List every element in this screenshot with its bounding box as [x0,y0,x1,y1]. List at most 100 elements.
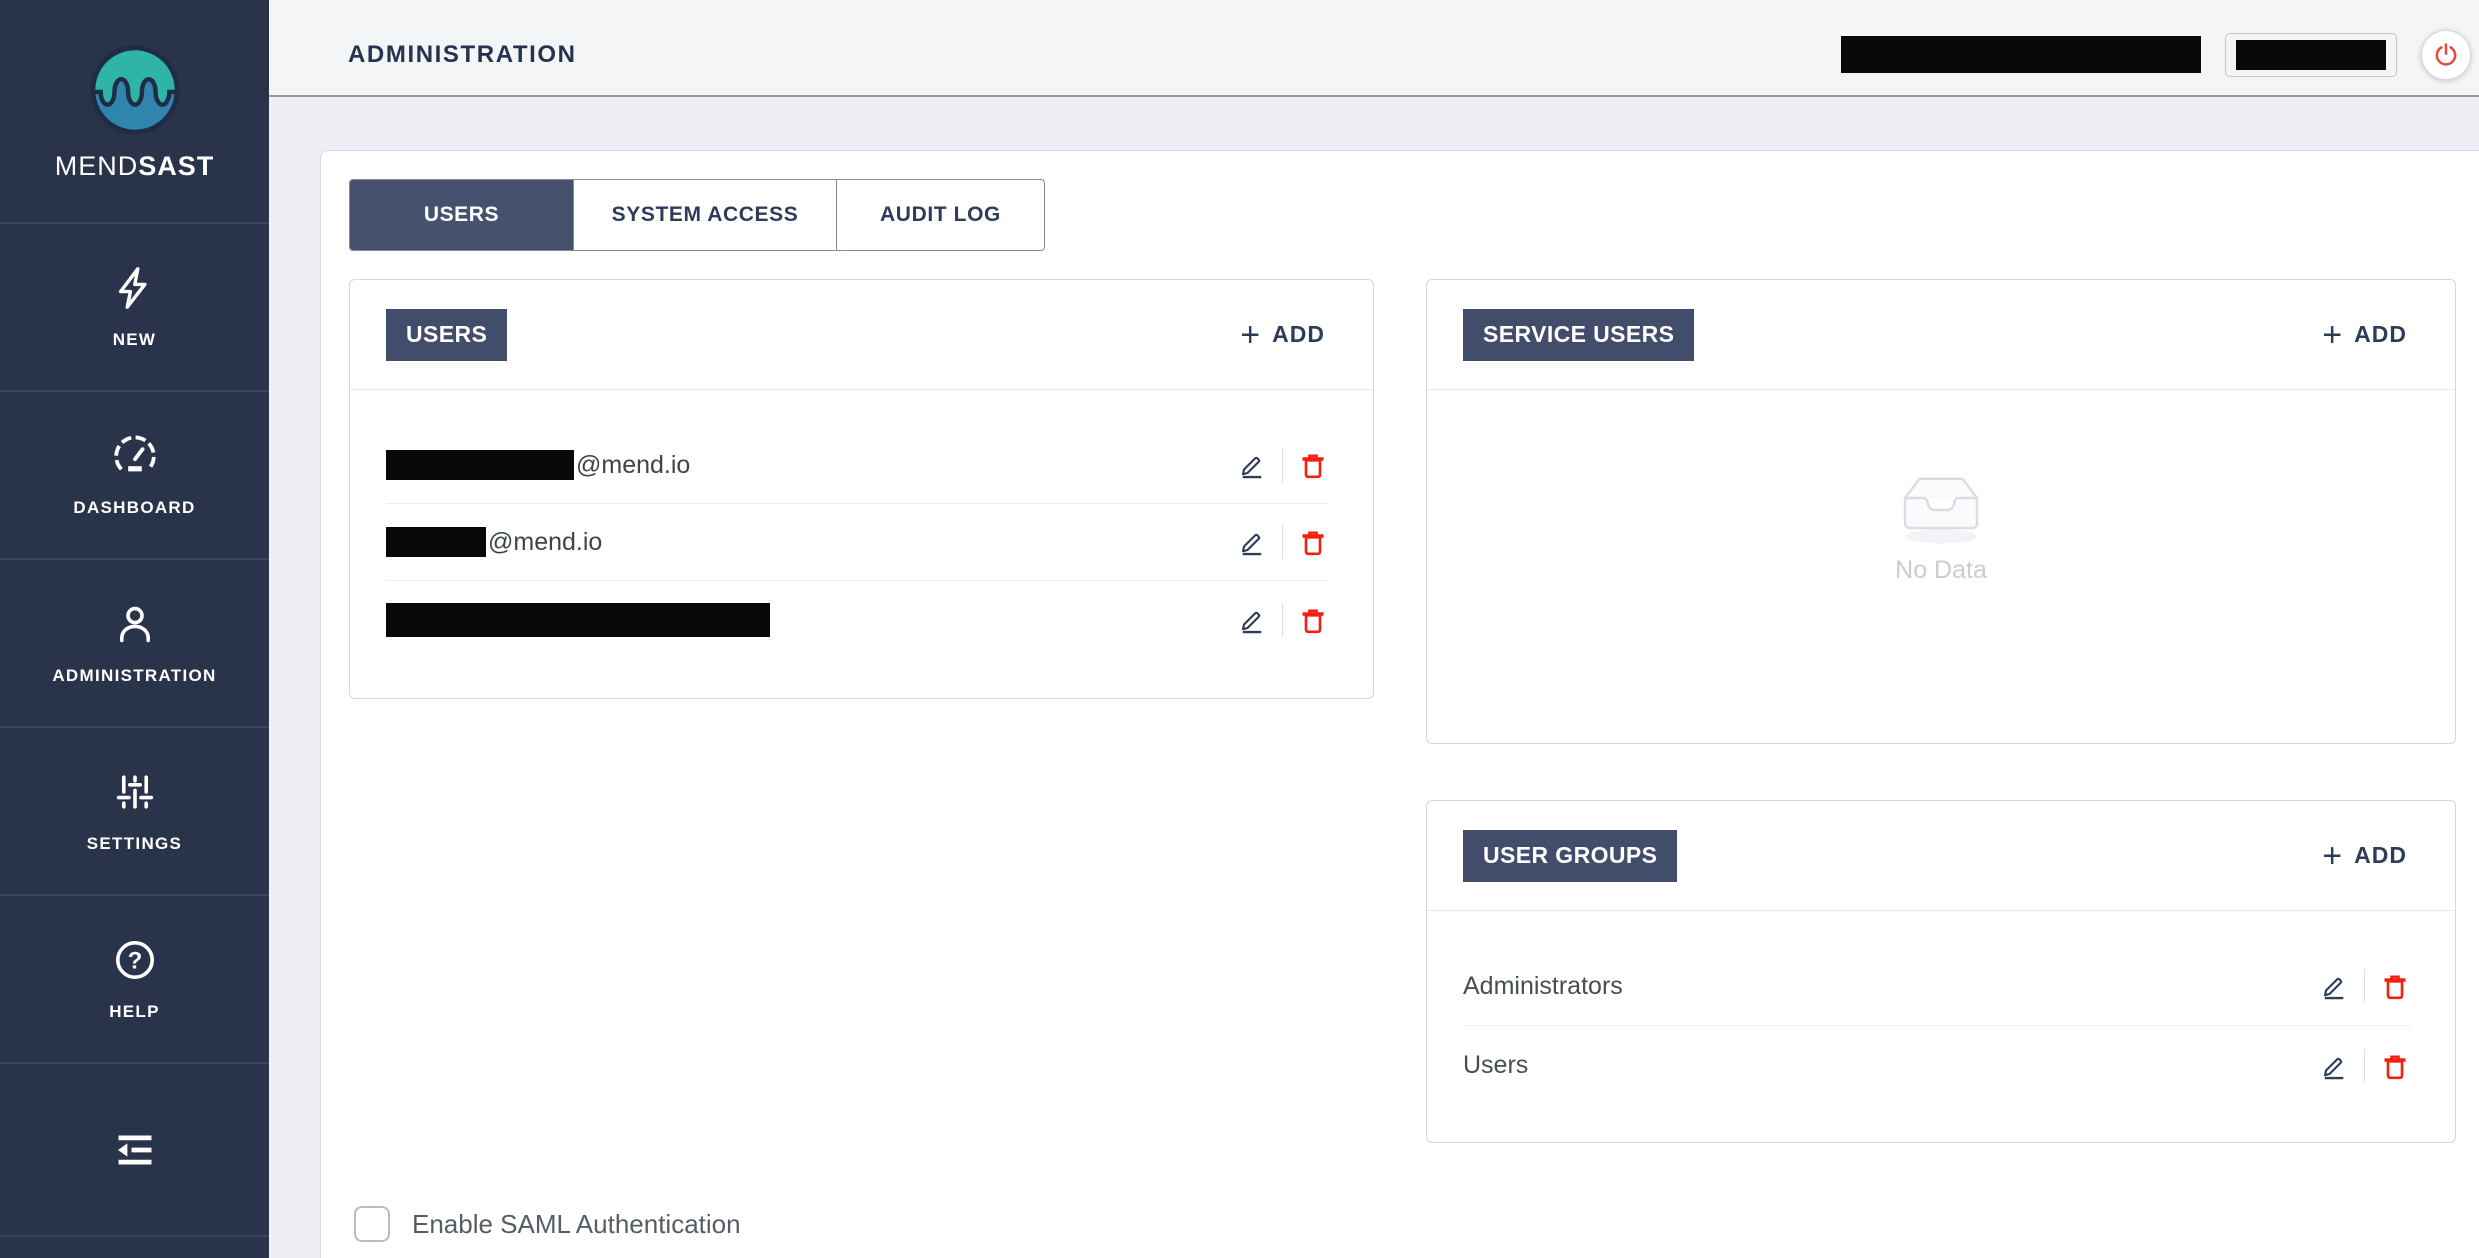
edit-user-button[interactable] [1237,605,1267,635]
row-actions [1237,525,1328,559]
sliders-icon [111,768,159,816]
gauge-icon [111,432,159,480]
add-user-group-button[interactable]: + ADD [2322,839,2407,873]
trash-icon [1298,605,1328,635]
sidebar-item-settings[interactable]: SETTINGS [0,726,269,894]
tab-users[interactable]: USERS [350,180,574,250]
lightning-icon [111,264,159,312]
administration-page: MENDSAST NEW DASHBOARD ADMINISTRATION [0,0,2479,1258]
edit-group-button[interactable] [2319,971,2349,1001]
action-divider [1282,448,1283,482]
help-circle-icon: ? [111,936,159,984]
mend-logo-icon [86,41,184,139]
edit-user-button[interactable] [1237,527,1267,557]
user-groups-card: USER GROUPS + ADD Administrators [1426,800,2456,1143]
row-actions [1237,603,1328,637]
delete-user-button[interactable] [1298,450,1328,480]
add-user-group-label: ADD [2354,842,2407,869]
user-email-suffix: @mend.io [576,451,690,480]
admin-tabs: USERS SYSTEM ACCESS AUDIT LOG [349,179,1045,251]
sidebar-item-label: NEW [113,330,157,350]
action-divider [2364,1049,2365,1083]
redacted-control[interactable] [2225,33,2397,77]
trash-icon [1298,450,1328,480]
action-divider [1282,525,1283,559]
logout-button[interactable] [2421,30,2471,80]
users-badge: USERS [386,309,507,361]
service-users-badge: SERVICE USERS [1463,309,1694,361]
sidebar-item-dashboard[interactable]: DASHBOARD [0,390,269,558]
sidebar-item-label: SETTINGS [87,834,182,854]
brand-name-regular: MEND [55,151,139,181]
user-groups-badge: USER GROUPS [1463,830,1677,882]
user-groups-card-header: USER GROUPS + ADD [1427,801,2455,911]
sidebar-item-label: HELP [109,1002,160,1022]
sidebar-item-help[interactable]: ? HELP [0,894,269,1062]
tab-audit-log[interactable]: AUDIT LOG [837,180,1044,250]
sidebar-bottom-divider [0,1235,269,1258]
edit-user-button[interactable] [1237,450,1267,480]
plus-icon: + [2322,839,2342,873]
delete-group-button[interactable] [2380,1051,2410,1081]
add-service-user-label: ADD [2354,321,2407,348]
collapse-sidebar-button[interactable] [0,1062,269,1235]
delete-group-button[interactable] [2380,971,2410,1001]
trash-icon [2380,1051,2410,1081]
user-row [386,581,1328,658]
service-users-card: SERVICE USERS + ADD No Data [1426,279,2456,744]
edit-pencil-icon [2319,971,2349,1001]
action-divider [1282,603,1283,637]
page-title: ADMINISTRATION [348,41,577,69]
user-groups-list: Administrators [1427,911,2455,1105]
add-user-button[interactable]: + ADD [1240,318,1325,352]
plus-icon: + [1240,318,1260,352]
delete-user-button[interactable] [1298,527,1328,557]
sidebar-item-label: DASHBOARD [73,498,195,518]
user-row: @mend.io [386,427,1328,504]
trash-icon [2380,971,2410,1001]
brand-name-bold: SAST [138,151,214,181]
enable-saml-label: Enable SAML Authentication [412,1209,741,1240]
brand-wordmark: MENDSAST [55,151,215,182]
user-email-suffix: @mend.io [488,528,602,557]
users-card: USERS + ADD @mend.io [349,279,1374,699]
trash-icon [1298,527,1328,557]
help-glyph: ? [127,947,142,974]
redacted-username-bar [386,527,486,557]
group-name: Users [1463,1051,1528,1080]
edit-pencil-icon [1237,605,1267,635]
edit-pencil-icon [1237,527,1267,557]
sidebar-item-label: ADMINISTRATION [52,666,216,686]
delete-user-button[interactable] [1298,605,1328,635]
users-list: @mend.io [350,390,1373,658]
redacted-text-bar [2236,40,2386,70]
top-header: ADMINISTRATION [269,0,2479,97]
no-data-label: No Data [1895,556,1987,585]
saml-row: Enable SAML Authentication [354,1206,741,1242]
tab-content-panel: USERS SYSTEM ACCESS AUDIT LOG USERS + AD… [320,150,2479,1258]
brand-logo: MENDSAST [0,0,269,222]
redacted-username-bar [386,450,574,480]
power-icon [2431,40,2461,70]
add-service-user-button[interactable]: + ADD [2322,318,2407,352]
redacted-username-bar [386,603,770,637]
collapse-sidebar-icon [109,1124,161,1176]
enable-saml-checkbox[interactable] [354,1206,390,1242]
tab-system-access[interactable]: SYSTEM ACCESS [574,180,837,250]
empty-state: No Data [1427,390,2455,585]
sidebar-item-new[interactable]: NEW [0,222,269,390]
service-users-card-header: SERVICE USERS + ADD [1427,280,2455,390]
person-icon [111,600,159,648]
edit-group-button[interactable] [2319,1051,2349,1081]
group-row: Users [1463,1026,2410,1105]
row-actions [1237,448,1328,482]
group-row: Administrators [1463,947,2410,1026]
row-actions [2319,969,2410,1003]
group-name: Administrators [1463,972,1623,1001]
row-actions [2319,1049,2410,1083]
user-row: @mend.io [386,504,1328,581]
sidebar-item-administration[interactable]: ADMINISTRATION [0,558,269,726]
action-divider [2364,969,2365,1003]
redacted-text-bar [1841,36,2201,73]
plus-icon: + [2322,318,2342,352]
